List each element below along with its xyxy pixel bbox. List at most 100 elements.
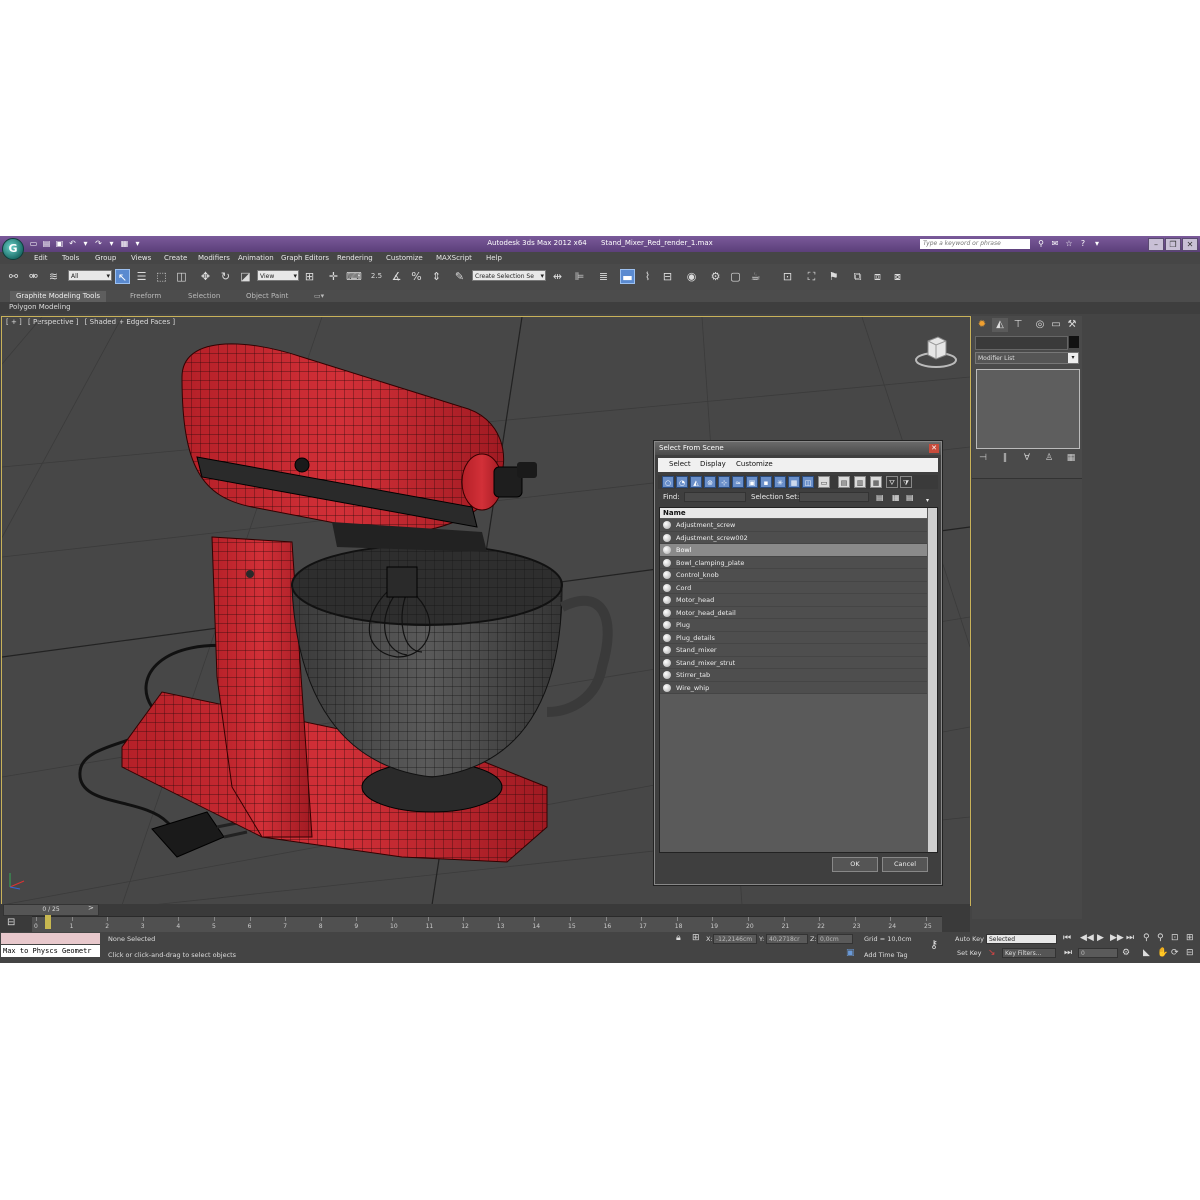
current-frame-field[interactable]: 0 <box>1078 948 1118 958</box>
snaps-toggle-icon[interactable]: 2.5 <box>369 269 384 284</box>
render-production-icon[interactable]: ☕ <box>748 269 763 284</box>
populate-icon[interactable]: ⛶ <box>804 269 819 284</box>
bind-space-warp-icon[interactable]: ≋ <box>46 269 61 284</box>
select-and-scale-icon[interactable]: ◪ <box>238 269 253 284</box>
create-icon[interactable]: ✹ <box>974 318 990 332</box>
go-to-end-icon[interactable]: ⏭ <box>1126 933 1134 943</box>
delete-set-icon[interactable]: ▤ <box>906 493 914 502</box>
pan-view-icon[interactable]: ✋ <box>1157 948 1168 958</box>
tab-object-paint[interactable]: Object Paint <box>240 291 294 302</box>
modifier-stack[interactable] <box>976 369 1080 449</box>
list-item[interactable]: Plug_details <box>660 631 927 644</box>
unlink-icon[interactable]: ⚮ <box>26 269 41 284</box>
menu-views[interactable]: Views <box>131 254 151 262</box>
object-name-field[interactable] <box>975 336 1068 350</box>
ribbon-toggle-icon[interactable]: ⊡ <box>780 269 795 284</box>
scene-explorer-icon[interactable]: ⚑ <box>826 269 841 284</box>
cancel-button[interactable]: Cancel <box>882 857 928 872</box>
communication-center-icon[interactable]: ✉ <box>1050 239 1060 249</box>
select-and-manipulate-icon[interactable]: ✛ <box>326 269 341 284</box>
time-marker[interactable] <box>45 915 51 929</box>
time-configuration-icon[interactable]: ⚙ <box>1122 948 1130 958</box>
help-search-input[interactable]: Type a keyword or phrase <box>920 239 1030 249</box>
close-button[interactable]: ✕ <box>1182 238 1198 251</box>
rectangular-selection-icon[interactable]: ⬚ <box>154 269 169 284</box>
dialog-menu-select[interactable]: Select <box>669 460 691 468</box>
list-item[interactable]: Wire_whip <box>660 681 927 694</box>
display-helpers-icon[interactable]: ⊹ <box>718 476 730 488</box>
z-coordinate-field[interactable]: 0,0cm <box>817 934 853 944</box>
select-and-rotate-icon[interactable]: ↻ <box>218 269 233 284</box>
time-slider[interactable]: 0 / 25 <box>3 904 99 916</box>
auto-key-button[interactable]: Auto Key <box>955 935 984 943</box>
orbit-icon[interactable]: ⟳ <box>1171 948 1179 958</box>
list-item[interactable]: Motor_head <box>660 594 927 607</box>
list-item[interactable]: Stand_mixer <box>660 644 927 657</box>
display-frozen-icon[interactable]: ◫ <box>802 476 814 488</box>
find-options-icon[interactable]: ▾ <box>926 497 929 504</box>
display-containers-icon[interactable]: ▦ <box>788 476 800 488</box>
schematic-view-icon[interactable]: ⊟ <box>660 269 675 284</box>
tab-selection[interactable]: Selection <box>182 291 226 302</box>
mini-curve-editor-icon[interactable]: ⊟ <box>7 917 15 928</box>
list-item[interactable]: Bowl_clamping_plate <box>660 556 927 569</box>
pin-stack-icon[interactable]: ⊣ <box>976 452 990 464</box>
show-end-result-icon[interactable]: ‖ <box>998 452 1012 464</box>
application-menu-button[interactable]: G <box>2 238 24 260</box>
time-tag-icon[interactable]: ▣ <box>846 948 855 958</box>
dialog-menu-display[interactable]: Display <box>700 460 726 468</box>
manage-layers-icon[interactable]: ≣ <box>596 269 611 284</box>
list-item[interactable]: Stirrer_tab <box>660 669 927 682</box>
named-selection-dropdown[interactable]: Create Selection Se <box>472 270 546 282</box>
graphite-modeling-toggle-icon[interactable]: ▬ <box>620 269 635 284</box>
maxscript-listener-input[interactable]: Max to Physcs Geometr <box>1 945 100 957</box>
list-item[interactable]: Adjustment_screw <box>660 519 927 532</box>
add-time-tag[interactable]: Add Time Tag <box>864 951 908 959</box>
dialog-menu-customize[interactable]: Customize <box>736 460 773 468</box>
tab-freeform[interactable]: Freeform <box>124 291 167 302</box>
render-setup-icon[interactable]: ⚙ <box>708 269 723 284</box>
configure-modifier-sets-icon[interactable]: ▦ <box>1064 452 1078 464</box>
list-item[interactable]: Cord <box>660 581 927 594</box>
menu-modifiers[interactable]: Modifiers <box>198 254 230 262</box>
viewcube-icon[interactable] <box>914 335 958 369</box>
menu-edit[interactable]: Edit <box>34 254 48 262</box>
list-item[interactable]: Control_knob <box>660 569 927 582</box>
display-geometry-icon[interactable]: ○ <box>662 476 674 488</box>
display-bones-icon[interactable]: ✳ <box>774 476 786 488</box>
select-and-move-icon[interactable]: ✥ <box>198 269 213 284</box>
ribbon-options-icon[interactable]: ▭▾ <box>308 291 330 302</box>
isolate-icon[interactable]: ⧉ <box>850 269 865 284</box>
select-object-icon[interactable]: ↖ <box>115 269 130 284</box>
menu-help[interactable]: Help <box>486 254 502 262</box>
curve-editor-icon[interactable]: ⌇ <box>640 269 655 284</box>
zoom-extents-icon[interactable]: ⊡ <box>1171 933 1179 943</box>
utilities-icon[interactable]: ⚒ <box>1064 318 1080 332</box>
motion-icon[interactable]: ◎ <box>1032 318 1048 332</box>
menu-maxscript[interactable]: MAXScript <box>436 254 472 262</box>
find-input[interactable] <box>684 492 746 502</box>
pivot-center-icon[interactable]: ⊞ <box>302 269 317 284</box>
zoom-extents-all-icon[interactable]: ⊞ <box>1186 933 1194 943</box>
display-space-warps-icon[interactable]: ≈ <box>732 476 744 488</box>
selection-filter-dropdown[interactable]: All <box>68 270 112 282</box>
display-xrefs-icon[interactable]: ▪ <box>760 476 772 488</box>
polygon-modeling-panel[interactable]: Polygon Modeling <box>9 303 71 311</box>
absolute-mode-icon[interactable]: ⊞ <box>692 933 700 943</box>
track-view-icon[interactable]: ⧇ <box>890 269 905 284</box>
modify-icon[interactable]: ◭ <box>992 318 1008 332</box>
align-icon[interactable]: ⊫ <box>572 269 587 284</box>
x-coordinate-field[interactable]: -12,2146cm <box>713 934 757 944</box>
tab-graphite-modeling-tools[interactable]: Graphite Modeling Tools <box>10 291 107 302</box>
reference-coordinate-dropdown[interactable]: View <box>257 270 299 282</box>
list-item[interactable]: Plug <box>660 619 927 632</box>
window-crossing-icon[interactable]: ◫ <box>174 269 189 284</box>
help-dropdown-icon[interactable]: ▾ <box>1092 239 1102 249</box>
maxscript-listener-output[interactable] <box>1 933 100 944</box>
maximize-viewport-icon[interactable]: ⊟ <box>1186 948 1194 958</box>
edit-named-selection-icon[interactable]: ✎ <box>452 269 467 284</box>
display-groups-icon[interactable]: ▣ <box>746 476 758 488</box>
display-cameras-icon[interactable]: ⊚ <box>704 476 716 488</box>
name-column-header[interactable]: Name <box>660 508 927 518</box>
hierarchy-icon[interactable]: ⊤ <box>1010 318 1026 332</box>
